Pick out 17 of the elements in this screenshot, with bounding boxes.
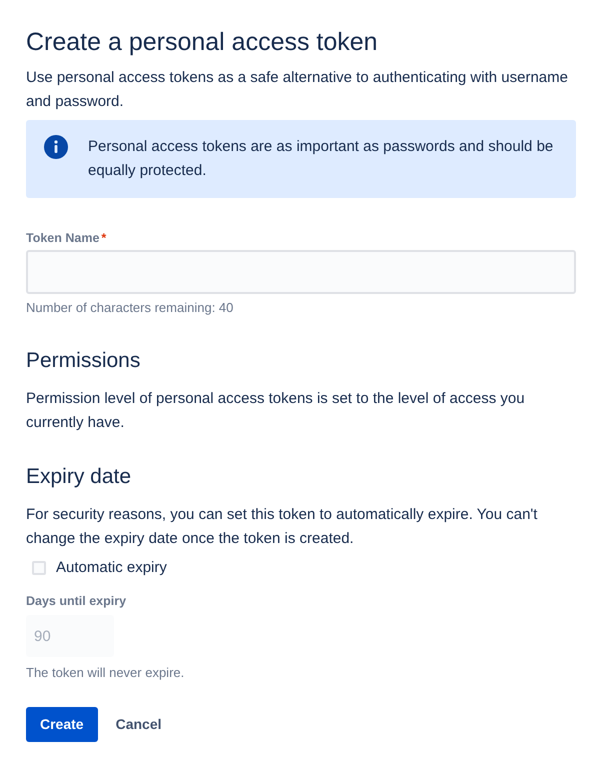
section-text: Permission level of personal access tokens is set to the level of access you currently have. [26,389,526,433]
info-message: Personal access tokens are as important as passwords and should be equally protected. [88,137,554,181]
helper-text: Number of characters remaining: 40 [26,300,234,316]
automatic-expiry-checkbox[interactable]: Automatic expiry [26,555,173,581]
section-heading: Permissions [26,349,142,373]
checkbox-icon[interactable] [32,561,46,575]
create-button[interactable]: Create [26,707,98,742]
page-title: Create a personal access token [26,27,379,58]
info-icon [44,135,68,159]
page-description: Use personal access tokens as a safe alternative to authenticating with username and password. [26,68,569,112]
section-text: For security reasons, you can set this token to automatically expire. You can't change the expiry date once the token is created. [26,505,538,549]
field-label: Token Name * [26,230,108,246]
cancel-button[interactable]: Cancel [106,707,172,742]
field-label: Days until expiry [26,593,128,609]
helper-text: The token will never expire. [26,665,186,681]
token-name-field[interactable] [26,250,576,294]
section-heading: Expiry date [26,465,132,489]
